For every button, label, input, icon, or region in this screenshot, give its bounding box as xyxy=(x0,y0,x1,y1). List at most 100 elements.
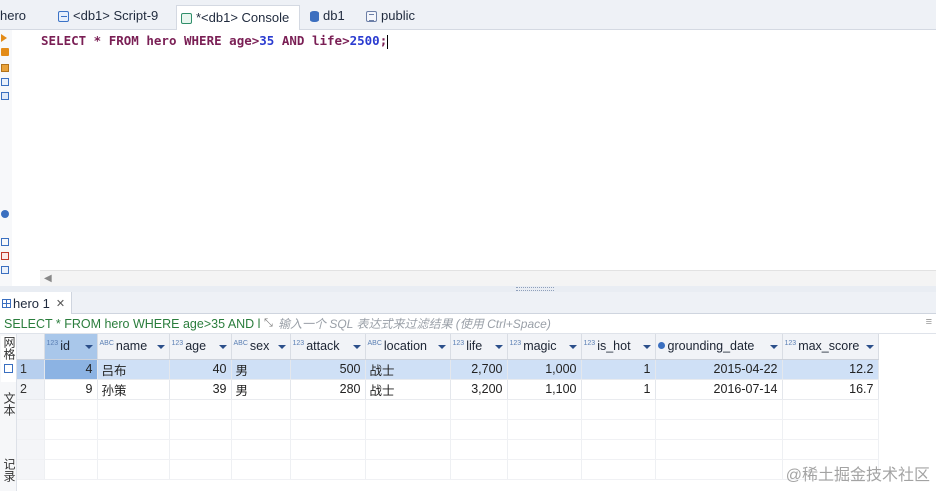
column-header-location[interactable]: ABC location xyxy=(365,334,451,360)
table-row[interactable]: 1 4 吕布 40 男 500 战士 2,700 1,000 1 2015-04… xyxy=(17,359,879,380)
sql-text[interactable]: SELECT * FROM hero WHERE age>35 AND life… xyxy=(41,33,389,49)
export-icon[interactable] xyxy=(1,238,9,246)
view-tab-record[interactable]: 记录 xyxy=(1,458,16,491)
clear-icon[interactable] xyxy=(1,252,9,260)
editor-horizontal-scrollbar[interactable]: ◀ xyxy=(40,270,936,286)
cell-is-hot[interactable]: 1 xyxy=(581,379,656,400)
column-header-name[interactable]: ABC name xyxy=(97,334,170,360)
cell-name[interactable]: 吕布 xyxy=(97,359,170,380)
cell-grounding-date[interactable]: 2016-07-14 xyxy=(655,379,783,400)
sql-keyword: AND xyxy=(281,33,305,48)
editor-toolbar xyxy=(0,30,12,286)
number-type-icon: 123 xyxy=(452,340,465,348)
close-icon[interactable]: ✕ xyxy=(56,297,65,310)
sort-arrow-icon[interactable] xyxy=(865,345,874,349)
cell-age[interactable]: 39 xyxy=(169,379,232,400)
tab-hero[interactable]: hero xyxy=(0,6,26,26)
expand-filter-icon[interactable]: ⤡ xyxy=(264,317,278,330)
column-header-grounding-date[interactable]: grounding_date xyxy=(655,334,783,360)
empty-row xyxy=(17,459,879,480)
filter-history-icon[interactable]: ≡ xyxy=(926,316,932,328)
view-tab-text[interactable]: 文本 xyxy=(1,392,16,436)
scroll-left-icon[interactable]: ◀ xyxy=(44,273,52,284)
column-header-is-hot[interactable]: 123 is_hot xyxy=(581,334,656,360)
result-view-tabs: 网格 文本 记录 xyxy=(0,334,17,491)
cell-max-score[interactable]: 12.2 xyxy=(782,359,879,380)
explain-icon[interactable] xyxy=(1,64,9,72)
script-icon xyxy=(58,10,69,22)
cell-is-hot[interactable]: 1 xyxy=(581,359,656,380)
text-type-icon: ABC xyxy=(233,340,248,348)
column-header-sex[interactable]: ABC sex xyxy=(231,334,291,360)
cell-id[interactable]: 9 xyxy=(44,379,98,400)
sort-arrow-icon[interactable] xyxy=(437,345,446,349)
row-number[interactable]: 1 xyxy=(17,359,45,380)
number-type-icon: 123 xyxy=(292,340,305,348)
cell-sex[interactable]: 男 xyxy=(231,379,291,400)
sort-arrow-icon[interactable] xyxy=(218,345,227,349)
cell-id[interactable]: 4 xyxy=(44,359,98,380)
cell-grounding-date[interactable]: 2015-04-22 xyxy=(655,359,783,380)
format-icon[interactable] xyxy=(1,266,9,274)
cell-life[interactable]: 3,200 xyxy=(450,379,508,400)
cell-magic[interactable]: 1,100 xyxy=(507,379,582,400)
empty-row xyxy=(17,399,879,420)
tab-script-9[interactable]: <db1> Script-9 xyxy=(58,6,158,26)
column-header-id[interactable]: 123 id xyxy=(44,334,98,360)
sort-arrow-icon[interactable] xyxy=(277,345,286,349)
tab-console[interactable]: *<db1> Console xyxy=(176,5,301,31)
sort-arrow-icon[interactable] xyxy=(494,345,503,349)
cell-age[interactable]: 40 xyxy=(169,359,232,380)
cell-magic[interactable]: 1,000 xyxy=(507,359,582,380)
empty-row xyxy=(17,439,879,460)
settings-icon[interactable] xyxy=(1,210,9,218)
corner-cell[interactable] xyxy=(17,334,45,360)
filter-input[interactable]: 输入一个 SQL 表达式来过滤结果 (使用 Ctrl+Space) xyxy=(278,315,551,332)
row-number[interactable]: 2 xyxy=(17,379,45,400)
sort-arrow-icon[interactable] xyxy=(568,345,577,349)
column-header-age[interactable]: 123 age xyxy=(169,334,232,360)
results-table: 123 id ABC name 123 age ABC sex 123 attack AB… xyxy=(17,334,879,480)
sort-arrow-icon[interactable] xyxy=(156,345,165,349)
cell-attack[interactable]: 280 xyxy=(290,379,366,400)
execute-icon[interactable] xyxy=(1,34,7,42)
tab-db1[interactable]: db1 xyxy=(310,6,345,26)
tab-hero-1[interactable]: hero 1 ✕ xyxy=(0,292,73,314)
date-type-icon xyxy=(657,342,665,350)
sort-arrow-icon[interactable] xyxy=(642,345,651,349)
query-preview: SELECT * FROM hero WHERE age>35 AND l xyxy=(4,316,261,331)
sort-arrow-icon[interactable] xyxy=(352,345,361,349)
text-type-icon: ABC xyxy=(367,340,382,348)
number-type-icon: 123 xyxy=(46,340,59,348)
cell-name[interactable]: 孙策 xyxy=(97,379,170,400)
cell-location[interactable]: 战士 xyxy=(365,359,451,380)
execute-script-icon[interactable] xyxy=(1,48,9,56)
column-header-life[interactable]: 123 life xyxy=(450,334,508,360)
grid-icon xyxy=(4,364,13,373)
number-type-icon: 123 xyxy=(583,340,596,348)
empty-row xyxy=(17,419,879,440)
column-header-magic[interactable]: 123 magic xyxy=(507,334,582,360)
column-header-max-score[interactable]: 123 max_score xyxy=(782,334,879,360)
number-type-icon: 123 xyxy=(171,340,184,348)
sort-arrow-icon[interactable] xyxy=(84,345,93,349)
splitter-grip[interactable] xyxy=(516,287,554,291)
column-header-attack[interactable]: 123 attack xyxy=(290,334,366,360)
save-script-icon[interactable] xyxy=(1,92,9,100)
cell-life[interactable]: 2,700 xyxy=(450,359,508,380)
number-type-icon: 123 xyxy=(784,340,797,348)
sort-arrow-icon[interactable] xyxy=(769,345,778,349)
tab-public[interactable]: public xyxy=(366,6,415,26)
table-row[interactable]: 2 9 孙策 39 男 280 战士 3,200 1,100 1 2016-07… xyxy=(17,379,879,400)
watermark: @稀土掘金技术社区 xyxy=(785,467,930,484)
load-script-icon[interactable] xyxy=(1,78,9,86)
cell-attack[interactable]: 500 xyxy=(290,359,366,380)
sql-keyword: FROM xyxy=(108,33,139,48)
sql-editor[interactable]: SELECT * FROM hero WHERE age>35 AND life… xyxy=(12,30,936,270)
results-tab-bar: hero 1 ✕ xyxy=(0,292,936,314)
cell-max-score[interactable]: 16.7 xyxy=(782,379,879,400)
console-icon xyxy=(181,12,192,24)
cell-sex[interactable]: 男 xyxy=(231,359,291,380)
view-tab-grid[interactable]: 网格 xyxy=(1,336,16,382)
cell-location[interactable]: 战士 xyxy=(365,379,451,400)
